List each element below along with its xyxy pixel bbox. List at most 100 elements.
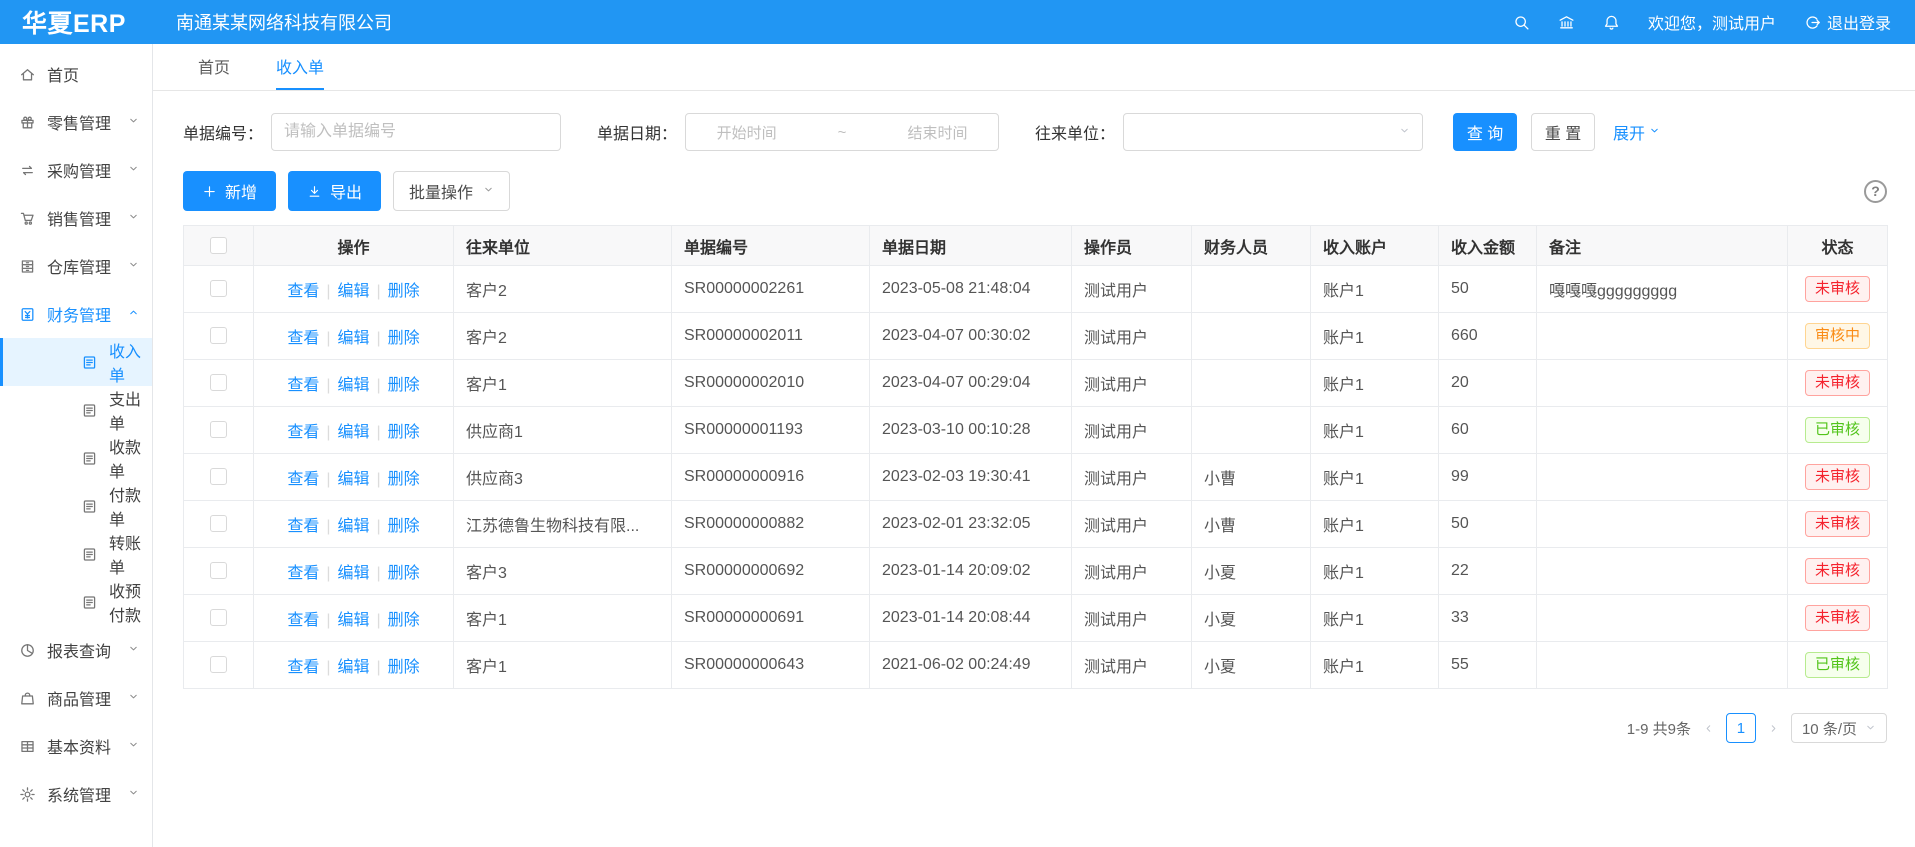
delete-link[interactable]: 删除 — [388, 377, 420, 394]
cell-operator: 测试用户 — [1072, 407, 1192, 454]
view-link[interactable]: 查看 — [287, 518, 319, 535]
link-divider: | — [326, 377, 330, 394]
next-page-button[interactable] — [1768, 723, 1779, 734]
tab-home[interactable]: 首页 — [198, 44, 230, 90]
sidebar-item-basic-data[interactable]: 基本资料 — [0, 722, 152, 770]
view-link[interactable]: 查看 — [287, 330, 319, 347]
chevron-down-icon — [483, 182, 494, 200]
row-checkbox[interactable] — [210, 562, 227, 579]
view-link[interactable]: 查看 — [287, 659, 319, 676]
app-window: 华夏ERP 南通某某网络科技有限公司 欢迎您，测试用户 退出登录 首页 零售管理 — [0, 0, 1915, 847]
delete-link[interactable]: 删除 — [388, 471, 420, 488]
logout-button[interactable]: 退出登录 — [1804, 10, 1891, 34]
view-link[interactable]: 查看 — [287, 471, 319, 488]
batch-operation-button[interactable]: 批量操作 — [393, 171, 510, 211]
date-range-picker[interactable]: 开始时间 ~ 结束时间 — [685, 113, 999, 151]
sidebar-item-home[interactable]: 首页 — [0, 50, 152, 98]
edit-link[interactable]: 编辑 — [337, 377, 369, 394]
sidebar-item-income-bill[interactable]: 收入单 — [0, 338, 152, 386]
sidebar-item-transfer-bill[interactable]: 转账单 — [0, 530, 152, 578]
sidebar-item-purchase[interactable]: 采购管理 — [0, 146, 152, 194]
cell-operator: 测试用户 — [1072, 501, 1192, 548]
sidebar-item-retail[interactable]: 零售管理 — [0, 98, 152, 146]
sidebar-item-finance[interactable]: 财务管理 — [0, 290, 152, 338]
delete-link[interactable]: 删除 — [388, 659, 420, 676]
sidebar-item-label: 零售管理 — [47, 110, 111, 134]
page-number[interactable]: 1 — [1726, 713, 1756, 743]
table-body: 查看|编辑|删除 客户2 SR00000002261 2023-05-08 21… — [184, 266, 1888, 689]
cell-income-amount: 55 — [1439, 642, 1537, 689]
cell-bill-no: SR00000000643 — [672, 642, 870, 689]
unit-select[interactable] — [1123, 113, 1423, 151]
delete-link[interactable]: 删除 — [388, 565, 420, 582]
reset-button[interactable]: 重 置 — [1531, 113, 1595, 151]
sidebar-item-label: 仓库管理 — [47, 254, 111, 278]
edit-link[interactable]: 编辑 — [337, 283, 369, 300]
view-link[interactable]: 查看 — [287, 424, 319, 441]
cell-bill-no: SR00000002261 — [672, 266, 870, 313]
edit-link[interactable]: 编辑 — [337, 565, 369, 582]
delete-link[interactable]: 删除 — [388, 612, 420, 629]
bell-icon[interactable] — [1603, 14, 1620, 31]
document-icon — [81, 450, 98, 467]
page-size-select[interactable]: 10 条/页 — [1791, 713, 1887, 743]
delete-link[interactable]: 删除 — [388, 283, 420, 300]
cell-bill-date: 2023-01-14 20:08:44 — [870, 595, 1072, 642]
delete-link[interactable]: 删除 — [388, 424, 420, 441]
link-divider: | — [377, 330, 381, 347]
sidebar-item-system[interactable]: 系统管理 — [0, 770, 152, 818]
tab-income-bill[interactable]: 收入单 — [276, 44, 324, 90]
bank-icon[interactable] — [1558, 14, 1575, 31]
cell-operator: 测试用户 — [1072, 642, 1192, 689]
view-link[interactable]: 查看 — [287, 612, 319, 629]
cell-bill-no: SR00000002011 — [672, 313, 870, 360]
row-checkbox[interactable] — [210, 421, 227, 438]
delete-link[interactable]: 删除 — [388, 518, 420, 535]
row-checkbox[interactable] — [210, 468, 227, 485]
cell-bill-date: 2023-03-10 00:10:28 — [870, 407, 1072, 454]
sidebar-item-expense-bill[interactable]: 支出单 — [0, 386, 152, 434]
prev-page-button[interactable] — [1703, 723, 1714, 734]
row-checkbox[interactable] — [210, 656, 227, 673]
sidebar-item-label: 基本资料 — [47, 734, 111, 758]
edit-link[interactable]: 编辑 — [337, 612, 369, 629]
cell-bill-no: SR00000000691 — [672, 595, 870, 642]
edit-link[interactable]: 编辑 — [337, 518, 369, 535]
sidebar-item-advance-payment[interactable]: 收预付款 — [0, 578, 152, 626]
edit-link[interactable]: 编辑 — [337, 330, 369, 347]
row-checkbox[interactable] — [210, 327, 227, 344]
table-row: 查看|编辑|删除 客户1 SR00000000691 2023-01-14 20… — [184, 595, 1888, 642]
search-button[interactable]: 查 询 — [1453, 113, 1517, 151]
edit-link[interactable]: 编辑 — [337, 471, 369, 488]
sidebar-item-sales[interactable]: 销售管理 — [0, 194, 152, 242]
search-icon[interactable] — [1513, 14, 1530, 31]
view-link[interactable]: 查看 — [287, 283, 319, 300]
view-link[interactable]: 查看 — [287, 565, 319, 582]
view-link[interactable]: 查看 — [287, 377, 319, 394]
table-row: 查看|编辑|删除 客户1 SR00000002010 2023-04-07 00… — [184, 360, 1888, 407]
edit-link[interactable]: 编辑 — [337, 424, 369, 441]
chevron-down-icon — [128, 113, 139, 131]
row-checkbox[interactable] — [210, 515, 227, 532]
col-header-status: 状态 — [1788, 226, 1888, 266]
link-divider: | — [326, 283, 330, 300]
select-all-checkbox[interactable] — [210, 237, 227, 254]
row-checkbox[interactable] — [210, 374, 227, 391]
link-divider: | — [326, 565, 330, 582]
status-badge: 已审核 — [1805, 417, 1870, 444]
export-button[interactable]: 导出 — [288, 171, 381, 211]
sidebar-item-goods[interactable]: 商品管理 — [0, 674, 152, 722]
expand-toggle[interactable]: 展开 — [1613, 120, 1660, 144]
delete-link[interactable]: 删除 — [388, 330, 420, 347]
row-checkbox[interactable] — [210, 609, 227, 626]
sidebar-item-receipt-bill[interactable]: 收款单 — [0, 434, 152, 482]
sidebar-item-warehouse[interactable]: 仓库管理 — [0, 242, 152, 290]
sidebar-item-payment-bill[interactable]: 付款单 — [0, 482, 152, 530]
add-button[interactable]: 新增 — [183, 171, 276, 211]
bill-no-input[interactable] — [271, 113, 561, 151]
status-badge: 审核中 — [1805, 323, 1870, 350]
help-icon[interactable]: ? — [1864, 180, 1887, 203]
row-checkbox[interactable] — [210, 280, 227, 297]
edit-link[interactable]: 编辑 — [337, 659, 369, 676]
sidebar-item-reports[interactable]: 报表查询 — [0, 626, 152, 674]
